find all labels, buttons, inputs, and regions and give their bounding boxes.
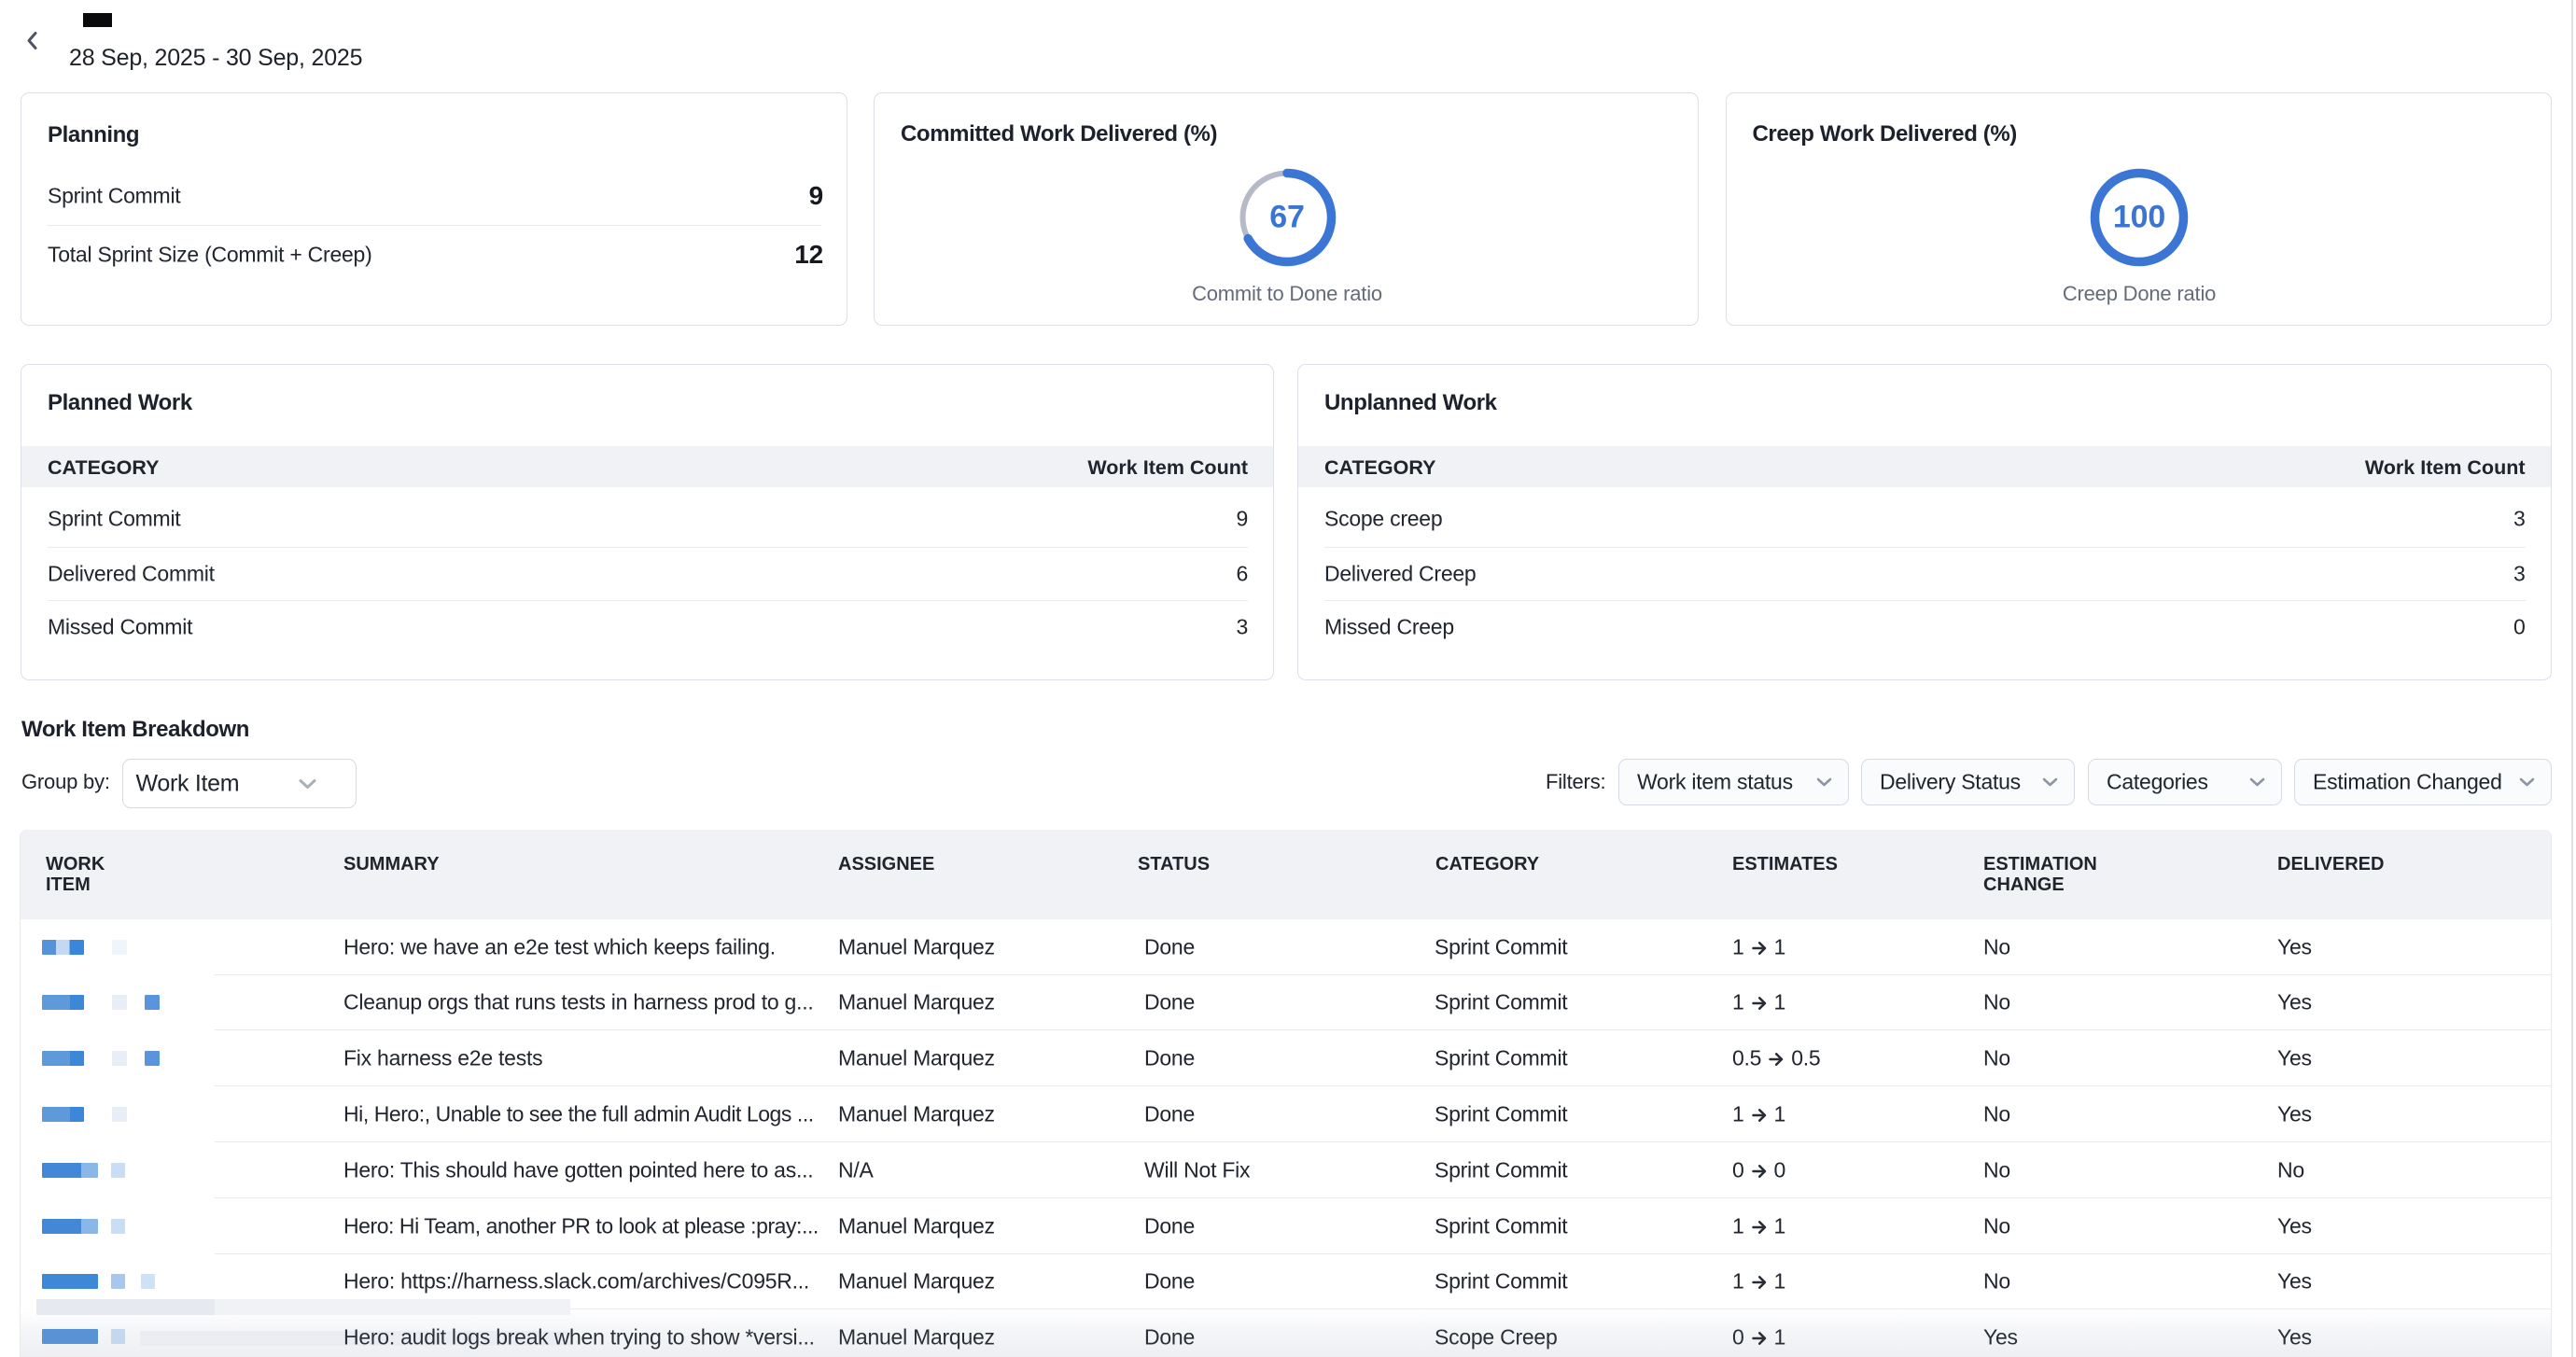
svg-text:100: 100 [2112,200,2164,235]
svg-text:67: 67 [1269,200,1304,235]
